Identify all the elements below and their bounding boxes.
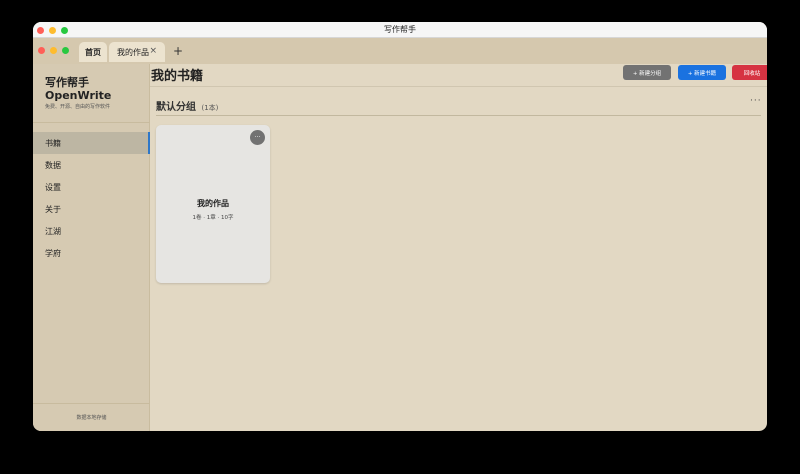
sidebar-item-data[interactable]: 数据: [33, 154, 150, 176]
book-card[interactable]: ··· 我的作品 1卷 · 1章 · 10字: [156, 125, 270, 283]
tab-minimize-light-icon[interactable]: [50, 47, 57, 54]
sidebar-nav: 书籍 数据 设置 关于 江湖 学府: [33, 132, 150, 264]
tab-my-work[interactable]: 我的作品 ×: [109, 42, 165, 62]
book-meta: 1卷 · 1章 · 10字: [192, 215, 234, 221]
window-title: 写作帮手: [384, 25, 416, 34]
app-tagline: 免费、开源、自由的写作软件: [45, 104, 111, 110]
tab-zoom-light-icon[interactable]: [62, 47, 69, 54]
sidebar-divider: [33, 122, 150, 123]
new-group-button[interactable]: + 新建分组: [623, 65, 671, 80]
tab-bar: 首页 我的作品 × +: [33, 38, 767, 64]
close-tab-icon[interactable]: ×: [149, 46, 157, 56]
sidebar-footer: 数据本地存储: [33, 403, 150, 431]
tab-close-light-icon[interactable]: [38, 47, 45, 54]
group-more-icon[interactable]: ···: [750, 96, 762, 106]
sidebar-item-about[interactable]: 关于: [33, 198, 150, 220]
tab-my-work-label: 我的作品: [117, 47, 149, 57]
book-more-icon[interactable]: ···: [250, 130, 265, 145]
new-book-button[interactable]: + 新建书籍: [678, 65, 726, 80]
app-name-en: OpenWrite: [45, 89, 112, 102]
main-content: 我的书籍 + 新建分组 + 新建书籍 回收站 默认分组 (1本) ··· ···…: [150, 64, 767, 431]
group-title: 默认分组: [156, 102, 196, 113]
group-count: (1本): [201, 104, 219, 112]
recycle-bin-button[interactable]: 回收站: [732, 65, 767, 80]
sidebar-item-books[interactable]: 书籍: [33, 132, 150, 154]
new-tab-button[interactable]: +: [173, 44, 183, 58]
sidebar: 写作帮手 OpenWrite 免费、开源、自由的写作软件 书籍 数据 设置 关于…: [33, 64, 150, 431]
header-divider: [150, 86, 767, 87]
page-title: 我的书籍: [151, 69, 204, 84]
sidebar-item-jianghu[interactable]: 江湖: [33, 220, 150, 242]
group-header: 默认分组 (1本): [156, 98, 218, 113]
group-divider: [156, 115, 761, 116]
sidebar-item-xuefu[interactable]: 学府: [33, 242, 150, 264]
book-title: 我的作品: [197, 199, 229, 208]
app-title: 写作帮手 OpenWrite: [45, 76, 111, 102]
sidebar-item-settings[interactable]: 设置: [33, 176, 150, 198]
tab-home[interactable]: 首页: [79, 42, 107, 62]
app-name: 写作帮手: [45, 76, 89, 89]
window-titlebar: 写作帮手: [33, 22, 767, 38]
app-window: 写作帮手 首页 我的作品 × + 写作帮手 OpenWrite 免费、开源、自由…: [33, 22, 767, 431]
